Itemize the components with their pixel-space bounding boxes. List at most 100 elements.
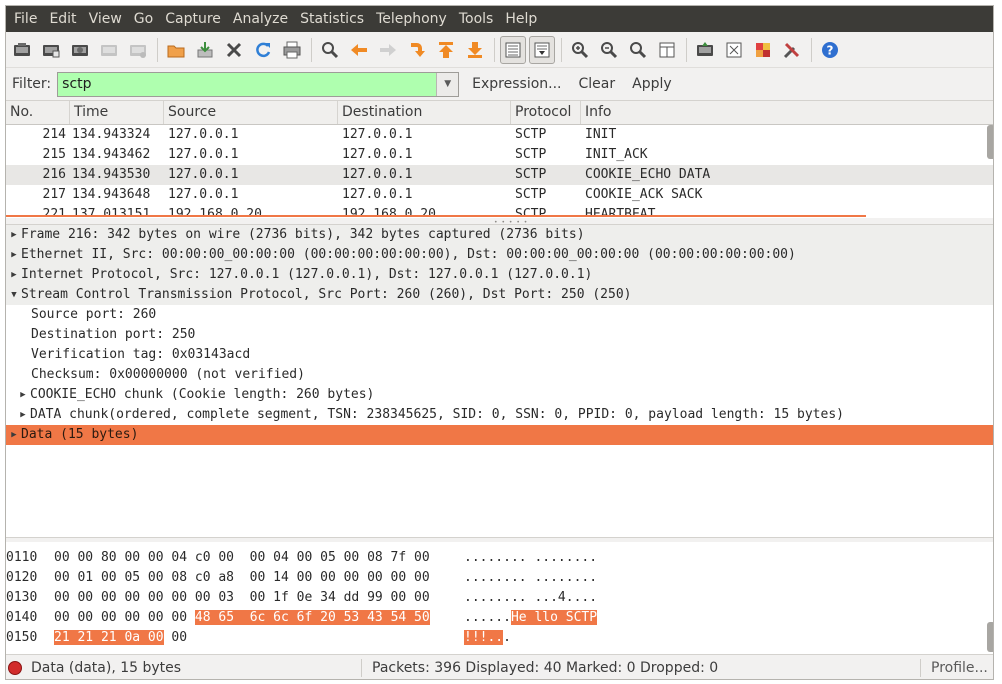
packet-details: ▶ Frame 216: 342 bytes on wire (2736 bits… — [6, 224, 993, 538]
resize-columns-icon[interactable] — [654, 36, 680, 64]
menu-help[interactable]: Help — [499, 6, 543, 32]
menu-tools[interactable]: Tools — [453, 6, 500, 32]
close-file-icon[interactable] — [221, 36, 247, 64]
expert-info-icon[interactable] — [8, 661, 22, 675]
cell-info: HEARTBEAT — [585, 207, 656, 215]
tree-item-data-selected[interactable]: ▶ Data (15 bytes) — [6, 425, 993, 445]
start-capture-icon[interactable] — [67, 36, 93, 64]
preferences-icon[interactable] — [779, 36, 805, 64]
go-first-icon[interactable] — [433, 36, 459, 64]
packet-row[interactable]: 215 134.943462 127.0.0.1 127.0.0.1 SCTP … — [6, 145, 993, 165]
reload-icon[interactable] — [250, 36, 276, 64]
packet-row[interactable]: 221 137.013151 192.168.0.20 192.168.0.20… — [6, 205, 993, 215]
hex-row[interactable]: 0130 00 00 00 00 00 00 00 03 00 1f 0e 34… — [6, 588, 993, 608]
stop-capture-icon[interactable] — [96, 36, 122, 64]
expand-arrow-icon[interactable]: ▶ — [16, 405, 30, 425]
expand-arrow-icon[interactable]: ▶ — [7, 225, 21, 245]
packet-row[interactable]: 214 134.943324 127.0.0.1 127.0.0.1 SCTP … — [6, 125, 993, 145]
go-last-icon[interactable] — [462, 36, 488, 64]
packet-list-scrollbar[interactable] — [987, 125, 993, 159]
tree-item-verification-tag[interactable]: Verification tag: 0x03143acd — [6, 345, 993, 365]
column-no[interactable]: No. — [6, 101, 70, 124]
tree-label: Frame 216: 342 bytes on wire (2736 bits)… — [21, 227, 585, 242]
display-filters-icon[interactable] — [721, 36, 747, 64]
packet-row[interactable]: 217 134.943648 127.0.0.1 127.0.0.1 SCTP … — [6, 185, 993, 205]
help-icon[interactable]: ? — [817, 36, 843, 64]
find-packet-icon[interactable] — [317, 36, 343, 64]
tree-item-cookie-echo[interactable]: ▶ COOKIE_ECHO chunk (Cookie length: 260 b… — [6, 385, 993, 405]
menu-view[interactable]: View — [83, 6, 128, 32]
cell-destination: 127.0.0.1 — [342, 147, 413, 162]
restart-capture-icon[interactable] — [125, 36, 151, 64]
hex-bytes-plain: 00 00 00 00 00 00 — [54, 610, 195, 625]
colorize-icon[interactable] — [500, 35, 526, 64]
cell-no: 216 — [42, 167, 66, 182]
column-time[interactable]: Time — [70, 101, 164, 124]
menu-file[interactable]: File — [8, 6, 43, 32]
hex-bytes-b: 00 14 00 00 00 00 00 00 — [249, 570, 430, 585]
clear-button[interactable]: Clear — [575, 72, 620, 96]
go-forward-icon[interactable] — [375, 36, 401, 64]
go-back-icon[interactable] — [346, 36, 372, 64]
expand-arrow-icon[interactable]: ▶ — [16, 385, 30, 405]
zoom-in-icon[interactable] — [567, 36, 593, 64]
menu-telephony[interactable]: Telephony — [370, 6, 453, 32]
tree-item-data-chunk[interactable]: ▶ DATA chunk(ordered, complete segment, T… — [6, 405, 993, 425]
expand-arrow-icon[interactable]: ▶ — [7, 425, 21, 445]
expand-arrow-icon[interactable]: ▶ — [7, 245, 21, 265]
ascii-b: ........ — [534, 550, 598, 565]
column-protocol[interactable]: Protocol — [511, 101, 581, 124]
column-destination[interactable]: Destination — [338, 101, 511, 124]
collapse-arrow-icon[interactable]: ▼ — [7, 285, 21, 305]
auto-scroll-icon[interactable] — [529, 35, 555, 64]
tree-item-checksum[interactable]: Checksum: 0x00000000 (not verified) — [6, 365, 993, 385]
hex-row[interactable]: 0120 00 01 00 05 00 08 c0 a8 00 14 00 00… — [6, 568, 993, 588]
apply-button[interactable]: Apply — [628, 72, 676, 96]
cell-time: 134.943462 — [72, 147, 151, 162]
go-to-packet-icon[interactable] — [404, 36, 430, 64]
profile-button[interactable]: Profile... — [931, 660, 988, 676]
zoom-normal-icon[interactable] — [625, 36, 651, 64]
tree-item-ip[interactable]: ▶ Internet Protocol, Src: 127.0.0.1 (127.… — [6, 265, 993, 285]
tree-item-source-port[interactable]: Source port: 260 — [6, 305, 993, 325]
chevron-down-icon[interactable]: ▼ — [436, 72, 459, 96]
cell-info: INIT — [585, 127, 617, 142]
packet-list: No. Time Source Destination Protocol Inf… — [6, 100, 993, 218]
menu-analyze[interactable]: Analyze — [227, 6, 294, 32]
hex-scrollbar[interactable] — [987, 622, 993, 652]
hex-row[interactable]: 0140 00 00 00 00 00 00 48 65 6c 6c 6f 20… — [6, 608, 993, 628]
filter-combobox[interactable]: ▼ — [57, 71, 460, 97]
filter-input[interactable] — [58, 72, 437, 96]
capture-options-icon[interactable] — [38, 36, 64, 64]
hex-row[interactable]: 0150 21 21 21 0a 00 00 !!!... — [6, 628, 993, 648]
cell-protocol: SCTP — [515, 207, 547, 215]
capture-filters-icon[interactable] — [692, 36, 718, 64]
hex-bytes: 00 00 00 00 00 00 48 65 6c 6c 6f 20 53 4… — [54, 608, 464, 628]
hex-offset: 0110 — [6, 550, 38, 565]
expression-button[interactable]: Expression... — [468, 72, 565, 96]
menu-edit[interactable]: Edit — [43, 6, 82, 32]
status-field-info: Data (data), 15 bytes — [31, 660, 182, 676]
tree-item-destination-port[interactable]: Destination port: 250 — [6, 325, 993, 345]
hex-ascii: ........ ........ — [464, 548, 664, 568]
packet-row-selected[interactable]: 216 134.943530 127.0.0.1 127.0.0.1 SCTP … — [6, 165, 993, 185]
tree-item-ethernet[interactable]: ▶ Ethernet II, Src: 00:00:00_00:00:00 (00… — [6, 245, 993, 265]
column-info[interactable]: Info — [581, 101, 987, 124]
coloring-rules-icon[interactable] — [750, 36, 776, 64]
interface-list-icon[interactable] — [9, 36, 35, 64]
cell-source: 127.0.0.1 — [168, 147, 239, 162]
open-file-icon[interactable] — [163, 36, 189, 64]
menu-capture[interactable]: Capture — [159, 6, 227, 32]
tree-item-frame[interactable]: ▶ Frame 216: 342 bytes on wire (2736 bits… — [6, 225, 993, 245]
print-icon[interactable] — [279, 36, 305, 64]
tree-item-sctp[interactable]: ▼ Stream Control Transmission Protocol, S… — [6, 285, 993, 305]
expand-arrow-icon[interactable]: ▶ — [7, 265, 21, 285]
hex-row[interactable]: 0110 00 00 80 00 00 04 c0 00 00 04 00 05… — [6, 548, 993, 568]
menu-statistics[interactable]: Statistics — [294, 6, 370, 32]
column-source[interactable]: Source — [164, 101, 338, 124]
menu-go[interactable]: Go — [128, 6, 159, 32]
hex-ascii: ......He llo SCTP — [464, 608, 664, 628]
zoom-out-icon[interactable] — [596, 36, 622, 64]
filter-label: Filter: — [12, 76, 52, 92]
save-file-icon[interactable] — [192, 36, 218, 64]
